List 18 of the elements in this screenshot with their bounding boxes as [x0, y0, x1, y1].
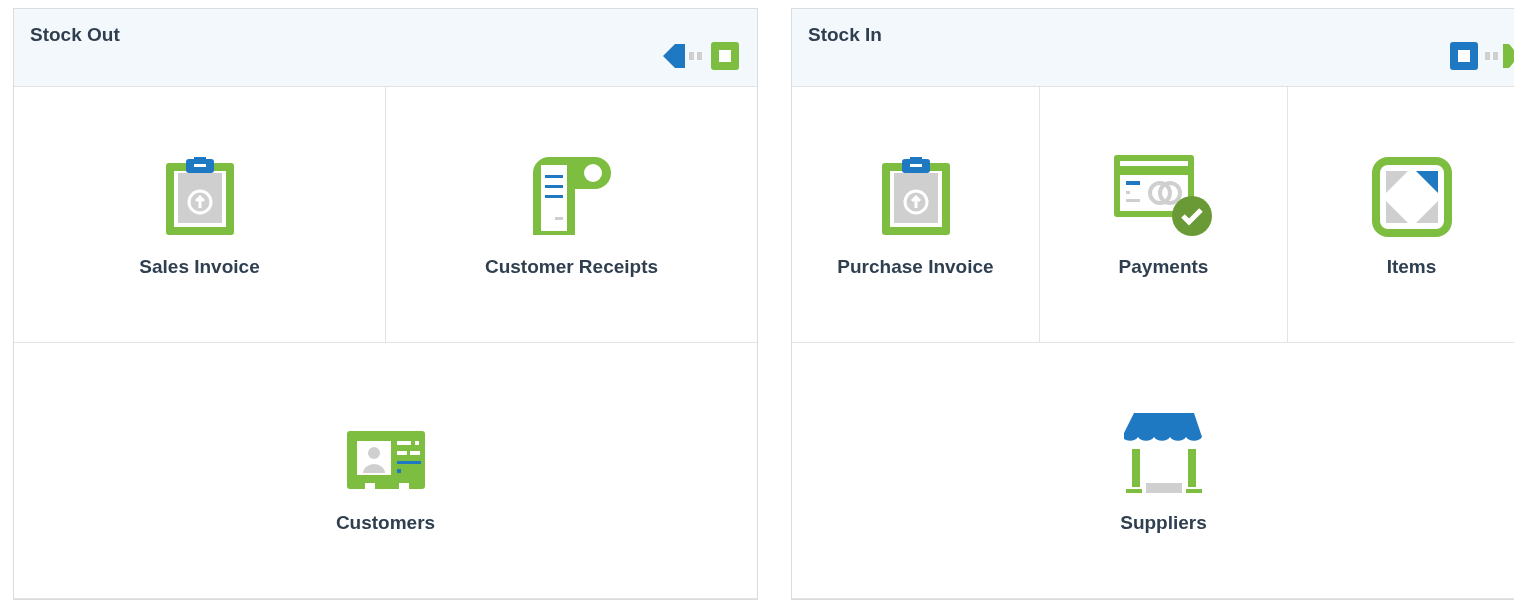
panel-title: Stock Out [30, 23, 120, 47]
panel-title: Stock In [808, 23, 882, 47]
tile-label: Purchase Invoice [837, 255, 994, 280]
tile-label: Payments [1118, 255, 1209, 280]
menu-tile[interactable]: Purchase Invoice [792, 87, 1040, 343]
clipboard-icon [163, 157, 236, 238]
clipboard-icon [879, 157, 952, 238]
tile-label: Sales Invoice [139, 255, 260, 280]
shop-icon [1123, 413, 1204, 494]
receipt-icon [530, 155, 613, 238]
menu-tile[interactable]: Payments [1040, 87, 1288, 343]
tile-label: Customers [335, 511, 436, 536]
menu-tile[interactable]: Sales Invoice [14, 87, 386, 343]
tile-label: Items [1386, 255, 1437, 280]
tile-label: Suppliers [1120, 511, 1207, 536]
flow-arrow-icon [663, 41, 741, 71]
expand-box-icon [1371, 157, 1452, 238]
tile-label: Customer Receipts [484, 255, 659, 280]
